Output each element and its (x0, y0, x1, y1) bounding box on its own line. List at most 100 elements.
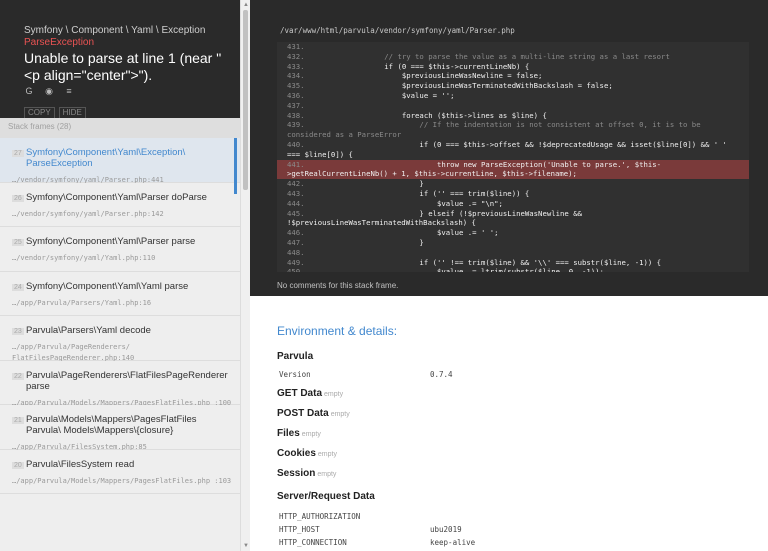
line-text: if (0 === $this->offset && !$deprecatedU… (314, 139, 727, 149)
line-text: // try to parse the value as a multi-lin… (314, 51, 670, 61)
code-line: 449. if ('' !== trim($line) && '\\' === … (277, 258, 749, 268)
frame-class: Parvula\FilesSystem read (26, 458, 135, 470)
version-row: Version 0.7.4 (277, 368, 768, 381)
line-number: 434. (287, 71, 305, 81)
stack-frame-item[interactable]: 25 Symfony\Component\Yaml\Parser parse …/v… (0, 227, 240, 272)
empty-badge: empty (330, 411, 350, 418)
line-text: } (314, 237, 424, 247)
env-section-heading: Session empty (277, 467, 768, 482)
line-number: 448. (287, 247, 305, 257)
line-text: $previousLineWasTerminatedWithBackslash … (314, 81, 613, 91)
empty-sections: GET Data empty POST Data empty Files empty Coo… (277, 387, 768, 482)
stack-frame-item[interactable]: 20 Parvula\FilesSystem read …/app/Parvula/… (0, 449, 240, 494)
line-number: 443. (287, 188, 305, 198)
frame-file: …/app/Parvula/Parsers/Yaml.php:16 (12, 298, 152, 307)
stackoverflow-icon[interactable]: ≡ (64, 86, 74, 96)
line-text: if ('' !== trim($line) && '\\' === subst… (314, 257, 662, 267)
code-line: 438. foreach ($this->lines as $line) { (277, 111, 749, 121)
server-key: HTTP_CONNECTION (279, 538, 347, 547)
server-value: ubu2019 (430, 525, 462, 534)
frame-file: …/app/Parvula/Models/Mappers/PagesFlatFi… (12, 476, 232, 485)
scroll-down-icon[interactable]: ▼ (243, 543, 249, 549)
env-section-heading: Files empty (277, 427, 768, 442)
server-key: HTTP_AUTHORIZATION (279, 512, 361, 521)
line-text: if ('' === trim($line)) { (314, 188, 530, 198)
line-number: 437. (287, 100, 305, 110)
exception-class: Symfony \ Component \ Yaml \ Exception (24, 25, 206, 36)
env-section-heading: GET Data empty (277, 387, 768, 402)
whoops-error-page: Symfony \ Component \ Yaml \ Exception P… (0, 0, 768, 551)
code-line: 447. } (277, 238, 749, 248)
stack-frames-list: 27 Symfony\Component\Yaml\Exception\ Pars… (0, 138, 240, 494)
section-title: Files (277, 428, 300, 439)
line-number: 446. (287, 228, 305, 238)
frame-index: 20 (12, 461, 24, 469)
section-title: Session (277, 468, 316, 479)
search-links: G ◉ ≡ (24, 86, 74, 96)
empty-badge: empty (317, 471, 337, 478)
stack-frame-item[interactable]: 22 Parvula\PageRenderers\FlatFilesPageRen… (0, 360, 240, 407)
left-panel: Symfony \ Component \ Yaml \ Exception P… (0, 0, 250, 551)
line-number: 447. (287, 237, 305, 247)
code-line: 439. // If the indentation is not consis… (277, 120, 749, 130)
stack-frame-item[interactable]: 24 Symfony\Component\Yaml\Yaml parse …/app… (0, 271, 240, 316)
google-icon[interactable]: G (24, 86, 34, 96)
frame-class: Symfony\Component\Yaml\Exception\ ParseE… (26, 147, 186, 169)
server-data-table: HTTP_AUTHORIZATION HTTP_HOST ubu2019 HTTP_C… (277, 510, 768, 551)
line-text: $value .= "\n"; (314, 198, 503, 208)
code-line: 431. (277, 42, 749, 52)
line-number: 438. (287, 110, 305, 120)
line-text: $value .= ltrim(substr($line, 0, -1)); (314, 267, 604, 272)
frame-class: Symfony\Component\Yaml\Yaml parse (26, 280, 189, 292)
line-number: 432. (287, 51, 305, 61)
line-number: 433. (287, 61, 305, 71)
server-data-row: HTTP_AUTHORIZATION (277, 510, 768, 523)
frame-index: 25 (12, 239, 24, 246)
line-number: 450. (287, 267, 305, 272)
frame-class: Symfony\Component\Yaml\Parser parse (26, 236, 196, 247)
stack-frames-label: Stack frames (28) (0, 118, 240, 138)
scroll-up-icon[interactable]: ▲ (243, 2, 249, 8)
line-text: !$previousLineWasTerminatedWithBackslash… (287, 218, 476, 228)
code-line: >getRealCurrentLineNb() + 1, $this->curr… (277, 169, 749, 180)
stack-frame-item[interactable]: 27 Symfony\Component\Yaml\Exception\ Pars… (0, 138, 240, 184)
line-number: 435. (287, 81, 305, 91)
frame-comments: No comments for this stack frame. (277, 281, 399, 290)
server-data-row: HTTP_HOST ubu2019 (277, 523, 768, 536)
code-line: 440. if (0 === $this->offset && !$deprec… (277, 140, 749, 150)
code-viewer: 431. 432. // try to parse the value as a … (277, 42, 749, 272)
section-title: Cookies (277, 448, 316, 459)
exception-name: ParseException (24, 37, 95, 48)
exception-header: Symfony \ Component \ Yaml \ Exception P… (0, 0, 240, 119)
empty-badge: empty (317, 451, 337, 458)
environment-section: Environment & details: Parvula Version 0… (250, 296, 768, 551)
stack-frame-item[interactable]: 21 Parvula\Models\Mappers\PagesFlatFiles … (0, 405, 240, 451)
line-number: 445. (287, 208, 305, 218)
code-section: /var/www/html/parvula/vendor/symfony/yam… (250, 0, 768, 296)
code-line: 432. // try to parse the value as a mult… (277, 52, 749, 62)
scroll-thumb[interactable] (243, 10, 248, 190)
line-text: } elseif (!$previousLineWasNewline && (314, 208, 582, 218)
line-text: considered as a ParseError (287, 130, 402, 140)
empty-badge: empty (301, 431, 321, 438)
code-line: 448. (277, 248, 749, 258)
stack-frame-item[interactable]: 23 Parvula\Parsers\Yaml decode …/app/Parvu… (0, 316, 240, 362)
stack-frame-item[interactable]: 26 Symfony\Component\Yaml\Parser doParse …… (0, 182, 240, 227)
duckduckgo-icon[interactable]: ◉ (44, 86, 54, 96)
env-section-heading: POST Data empty (277, 407, 768, 422)
env-title: Environment & details: (277, 324, 398, 338)
frame-index: 27 (12, 150, 24, 157)
line-text: $value = ''; (314, 90, 455, 100)
line-number: 440. (287, 139, 305, 149)
code-line: 437. (277, 101, 749, 111)
code-line: 435. $previousLineWasTerminatedWithBacks… (277, 81, 749, 91)
code-line: 441. throw new ParseException('Unable to… (277, 159, 749, 170)
code-line: considered as a ParseError (277, 130, 749, 140)
frames-scrollbar[interactable]: ▲ ▼ (240, 0, 250, 551)
section-title: GET Data (277, 388, 323, 399)
code-line: 450. $value .= ltrim(substr($line, 0, -1… (277, 267, 749, 272)
frame-class: Parvula\Models\Mappers\PagesFlatFiles Pa… (26, 414, 197, 436)
file-path: /var/www/html/parvula/vendor/symfony/yam… (280, 26, 515, 35)
code-line: 433. if (0 === $this->currentLineNb) { (277, 62, 749, 72)
frame-index: 23 (12, 328, 24, 335)
